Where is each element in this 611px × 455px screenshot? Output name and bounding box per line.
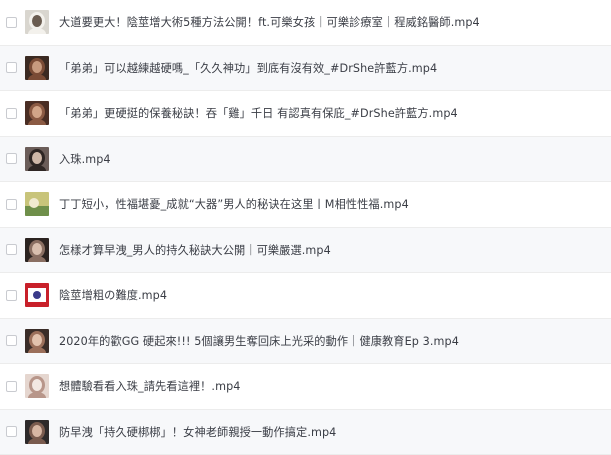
file-name[interactable]: 2020年的歡GG 硬起來!!! 5個讓男生奪回床上光采的動作｜健康教育Ep 3… xyxy=(59,333,459,349)
video-thumbnail-red-graphic-icon[interactable] xyxy=(25,283,49,308)
file-checkbox[interactable] xyxy=(6,335,17,347)
file-list: 大道要更大！陰莖增大術5種方法公開！ft.可樂女孩｜可樂診療室｜程威銘醫師.mp… xyxy=(0,0,611,455)
file-row[interactable]: 怎樣才算早洩_男人的持久秘訣大公開｜可樂嚴選.mp4 xyxy=(0,227,611,273)
video-thumbnail-woman-portrait-icon[interactable] xyxy=(25,419,49,444)
file-name[interactable]: 防早洩「持久硬梆梆」！女神老師親授一動作搞定.mp4 xyxy=(59,424,336,440)
file-row[interactable]: 想體驗看看入珠_請先看這裡！.mp4 xyxy=(0,364,611,410)
file-row[interactable]: 2020年的歡GG 硬起來!!! 5個讓男生奪回床上光采的動作｜健康教育Ep 3… xyxy=(0,318,611,364)
file-checkbox[interactable] xyxy=(6,198,17,210)
file-name[interactable]: 入珠.mp4 xyxy=(59,151,111,167)
video-thumbnail-man-in-white-coat-icon[interactable] xyxy=(25,10,49,35)
video-thumbnail-woman-portrait-icon[interactable] xyxy=(25,101,49,126)
file-name[interactable]: 大道要更大！陰莖增大術5種方法公開！ft.可樂女孩｜可樂診療室｜程威銘醫師.mp… xyxy=(59,14,480,30)
file-name[interactable]: 「弟弟」更硬挺的保養秘訣！吞「雞」千日 有認真有保庇_#DrShe許藍方.mp4 xyxy=(59,105,458,121)
file-row[interactable]: 丁丁短小，性福堪憂_成就“大器”男人的秘诀在这里丨M相性性福.mp4 xyxy=(0,182,611,228)
file-checkbox[interactable] xyxy=(6,244,17,256)
file-row[interactable]: 大道要更大！陰莖增大術5種方法公開！ft.可樂女孩｜可樂診療室｜程威銘醫師.mp… xyxy=(0,0,611,46)
file-row[interactable]: 防早洩「持久硬梆梆」！女神老師親授一動作搞定.mp4 xyxy=(0,409,611,455)
file-checkbox[interactable] xyxy=(6,62,17,74)
video-thumbnail-woman-portrait-icon[interactable] xyxy=(25,146,49,171)
file-checkbox[interactable] xyxy=(6,16,17,28)
file-checkbox[interactable] xyxy=(6,380,17,392)
file-checkbox[interactable] xyxy=(6,289,17,301)
file-name[interactable]: 怎樣才算早洩_男人的持久秘訣大公開｜可樂嚴選.mp4 xyxy=(59,242,331,258)
file-row[interactable]: 「弟弟」更硬挺的保養秘訣！吞「雞」千日 有認真有保庇_#DrShe許藍方.mp4 xyxy=(0,91,611,137)
file-row[interactable]: 「弟弟」可以越練越硬嗎_「久久神功」到底有沒有效_#DrShe許藍方.mp4 xyxy=(0,45,611,91)
file-checkbox[interactable] xyxy=(6,426,17,438)
video-thumbnail-woman-portrait-icon[interactable] xyxy=(25,374,49,399)
file-row[interactable]: 陰莖增粗の難度.mp4 xyxy=(0,273,611,319)
file-name[interactable]: 陰莖增粗の難度.mp4 xyxy=(59,287,167,303)
file-checkbox[interactable] xyxy=(6,153,17,165)
video-thumbnail-cartoon-icon[interactable] xyxy=(25,192,49,217)
video-thumbnail-woman-portrait-icon[interactable] xyxy=(25,328,49,353)
video-thumbnail-woman-portrait-icon[interactable] xyxy=(25,55,49,80)
file-checkbox[interactable] xyxy=(6,107,17,119)
file-name[interactable]: 想體驗看看入珠_請先看這裡！.mp4 xyxy=(59,378,241,394)
file-row[interactable]: 入珠.mp4 xyxy=(0,136,611,182)
file-name[interactable]: 丁丁短小，性福堪憂_成就“大器”男人的秘诀在这里丨M相性性福.mp4 xyxy=(59,196,409,212)
video-thumbnail-woman-portrait-icon[interactable] xyxy=(25,237,49,262)
file-name[interactable]: 「弟弟」可以越練越硬嗎_「久久神功」到底有沒有效_#DrShe許藍方.mp4 xyxy=(59,60,437,76)
